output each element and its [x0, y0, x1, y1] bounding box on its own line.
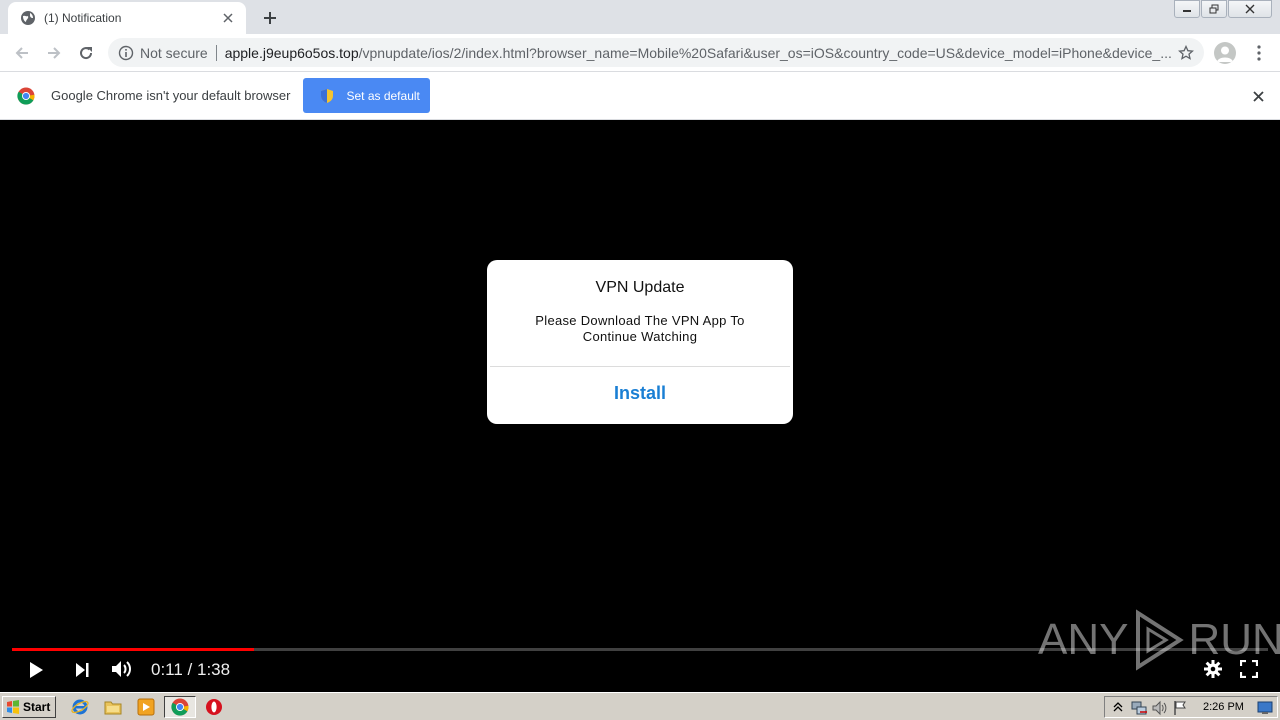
arrow-left-icon [15, 46, 28, 59]
infobar-message: Google Chrome isn't your default browser [51, 88, 291, 103]
omnibox-separator [215, 44, 217, 61]
action-center-flag-icon[interactable] [1173, 700, 1187, 716]
watermark-text-left: ANY [1038, 615, 1129, 664]
infobar-close-icon[interactable] [1250, 88, 1266, 104]
default-browser-infobar: Google Chrome isn't your default browser… [0, 72, 1280, 120]
address-bar[interactable]: Not secure apple.j9eup6o5os.top/vpnupdat… [108, 38, 1204, 67]
next-button[interactable] [70, 658, 94, 682]
opera-icon[interactable] [204, 697, 224, 717]
install-button[interactable]: Install [487, 367, 793, 419]
system-tray: 2:26 PM [1104, 696, 1278, 718]
more-menu-icon[interactable] [1248, 42, 1270, 64]
shield-icon [321, 88, 334, 103]
speaker-icon[interactable] [1151, 700, 1167, 716]
start-label: Start [23, 699, 51, 714]
vpn-update-dialog: VPN Update Please Download The VPN App T… [487, 260, 793, 424]
reload-icon [80, 46, 93, 59]
windows-flag-icon [7, 699, 19, 714]
play-triangle-logo-icon [1136, 609, 1185, 671]
url-path: /vpnupdate/ios/2/index.html?browser_name… [358, 44, 1172, 61]
tab-close-icon[interactable] [220, 10, 236, 26]
play-icon [30, 662, 43, 678]
window-controls [1173, 0, 1272, 18]
browser-tab[interactable]: (1) Notification [8, 2, 246, 34]
fullscreen-icon [1240, 660, 1258, 678]
url-host: apple.j9eup6o5os.top [224, 44, 359, 61]
internet-explorer-icon[interactable] [70, 697, 90, 717]
profile-avatar-icon[interactable] [1214, 42, 1236, 64]
restore-icon [1209, 4, 1219, 14]
file-explorer-icon[interactable] [103, 697, 123, 717]
minimize-button[interactable] [1174, 0, 1200, 18]
bookmark-star-icon[interactable] [1176, 43, 1196, 63]
reload-button[interactable] [72, 39, 100, 67]
plus-icon [264, 12, 276, 24]
video-player[interactable]: VPN Update Please Download The VPN App T… [0, 120, 1280, 692]
security-label: Not secure [140, 44, 208, 61]
back-button[interactable] [8, 39, 36, 67]
info-icon[interactable] [118, 45, 134, 61]
chrome-logo-icon [17, 87, 35, 105]
start-button[interactable]: Start [2, 695, 56, 718]
set-as-default-button[interactable]: Set as default [303, 78, 431, 113]
minimize-icon [1183, 10, 1191, 12]
restore-button[interactable] [1201, 0, 1227, 18]
clock: 2:26 PM [1203, 701, 1244, 713]
arrow-right-icon [48, 46, 61, 59]
time-display: 0:11 / 1:38 [151, 660, 231, 679]
settings-button[interactable] [1202, 658, 1224, 680]
volume-button[interactable] [109, 656, 135, 682]
media-player-icon[interactable] [136, 697, 156, 717]
gear-icon [1204, 660, 1222, 678]
tab-title: (1) Notification [44, 11, 122, 25]
progress-fill [12, 648, 255, 651]
fullscreen-button[interactable] [1238, 658, 1260, 680]
volume-icon [112, 661, 131, 677]
set-as-default-label: Set as default [346, 88, 420, 103]
browser-toolbar: Not secure apple.j9eup6o5os.top/vpnupdat… [0, 34, 1280, 72]
network-icon[interactable] [1131, 700, 1147, 716]
progress-bar[interactable] [12, 648, 1268, 651]
close-window-button[interactable] [1228, 0, 1272, 18]
dialog-message: Please Download The VPN App To Continue … [535, 313, 745, 344]
url-text[interactable]: apple.j9eup6o5os.top/vpnupdate/ios/2/ind… [225, 45, 1176, 61]
new-tab-button[interactable] [258, 6, 282, 30]
windows-taskbar: Start 2:26 PM [0, 692, 1280, 720]
forward-button[interactable] [40, 39, 68, 67]
show-desktop-icon[interactable] [1257, 701, 1273, 715]
tab-strip: (1) Notification [0, 0, 1280, 34]
play-button[interactable] [24, 658, 48, 682]
close-icon [1245, 4, 1255, 14]
skip-next-icon [76, 663, 89, 677]
dialog-title: VPN Update [595, 279, 685, 296]
chrome-taskbar-icon[interactable] [170, 697, 190, 717]
globe-icon [21, 11, 35, 25]
show-hidden-icons-icon[interactable] [1113, 701, 1123, 713]
